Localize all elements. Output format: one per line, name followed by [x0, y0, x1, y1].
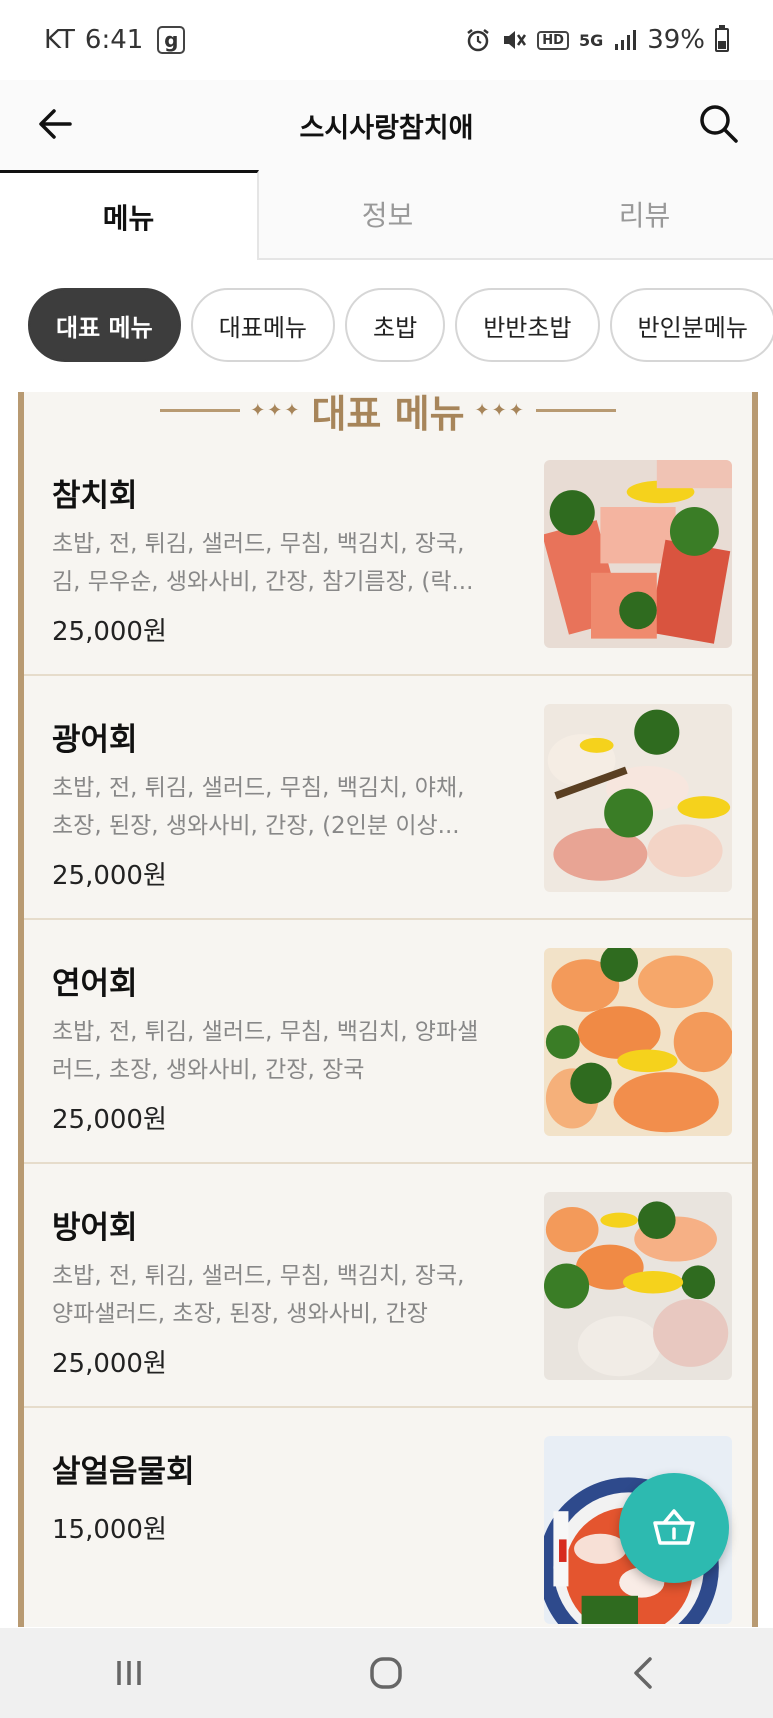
tab-menu[interactable]: 메뉴 — [0, 170, 259, 260]
search-button[interactable] — [695, 100, 743, 148]
status-left: KT 6:41 g — [44, 25, 186, 55]
decor-stars-right: ✦✦✦ — [474, 399, 526, 421]
menu-item-description: 초밥, 전, 튀김, 샐러드, 무침, 백김치, 장국, 양파샐러드, 초장, … — [52, 1263, 465, 1327]
decor-line-left — [160, 408, 241, 412]
tab-reviews[interactable]: 리뷰 — [516, 170, 773, 260]
menu-item-salmon[interactable]: 연어회 초밥, 전, 튀김, 샐러드, 무침, 백김치, 양파샐러드, 초장, … — [24, 920, 752, 1164]
battery-level — [718, 41, 726, 49]
menu-item-photo — [544, 948, 732, 1136]
battery-percent: 39% — [647, 25, 705, 55]
hd-voice-icon: HD — [537, 30, 569, 50]
chip-featured-menu[interactable]: 대표 메뉴 — [28, 288, 181, 362]
category-chips: 대표 메뉴 대표메뉴 초밥 반반초밥 반인분메뉴 — [0, 260, 773, 390]
home-icon — [370, 1657, 403, 1689]
decor-line-right — [535, 408, 616, 412]
tab-info[interactable]: 정보 — [259, 170, 516, 260]
notification-g-icon: g — [157, 26, 186, 54]
carrier-label: KT — [44, 25, 75, 55]
basket-icon — [653, 1509, 695, 1545]
decor-stars-left: ✦✦✦ — [250, 399, 302, 421]
chip-sushi[interactable]: 초밥 — [345, 288, 446, 362]
alarm-icon — [465, 27, 491, 53]
arrow-left-icon — [39, 109, 72, 139]
search-icon — [700, 105, 738, 143]
menu-item-description: 초밥, 전, 튀김, 샐러드, 무침, 백김치, 야채, 초장, 된장, 생와사… — [52, 775, 465, 839]
page-title: 스시사랑참치애 — [299, 112, 474, 144]
cart-button[interactable] — [619, 1473, 729, 1583]
home-button[interactable] — [356, 1643, 416, 1703]
system-nav-bar — [0, 1628, 773, 1718]
section-title: 대표 메뉴 — [311, 392, 465, 436]
recent-apps-icon — [117, 1661, 141, 1685]
menu-item-yellowtail[interactable]: 방어회 초밥, 전, 튀김, 샐러드, 무침, 백김치, 장국, 양파샐러드, … — [24, 1164, 752, 1408]
section-header: ✦✦✦ 대표 메뉴 ✦✦✦ — [24, 392, 752, 436]
menu-item-flatfish[interactable]: 광어회 초밥, 전, 튀김, 샐러드, 무침, 백김치, 야채, 초장, 된장,… — [24, 676, 752, 920]
recent-apps-button[interactable] — [99, 1643, 159, 1703]
menu-item-tuna[interactable]: 참치회 초밥, 전, 튀김, 샐러드, 무침, 백김치, 장국, 김, 무우순,… — [24, 432, 752, 676]
chip-half-sushi[interactable]: 반반초밥 — [455, 288, 600, 362]
mute-icon — [501, 27, 527, 53]
menu-item-photo — [544, 1192, 732, 1380]
menu-item-description: 초밥, 전, 튀김, 샐러드, 무침, 백김치, 장국, 김, 무우순, 생와사… — [52, 531, 474, 595]
chip-featured-menu-2[interactable]: 대표메뉴 — [190, 288, 336, 362]
status-bar: KT 6:41 g HD 5G 39% — [0, 0, 773, 80]
menu-item-description: 초밥, 전, 튀김, 샐러드, 무침, 백김치, 양파샐러드, 초장, 생와사비… — [52, 1019, 479, 1083]
app-header: 스시사랑참치애 — [0, 80, 773, 170]
back-icon — [634, 1657, 652, 1689]
tab-bar: 메뉴 정보 리뷰 — [0, 170, 773, 260]
chip-half-portion[interactable]: 반인분메뉴 — [609, 288, 773, 362]
network-5g-icon: 5G — [578, 30, 604, 50]
status-right: HD 5G 39% — [465, 25, 729, 55]
menu-item-photo — [544, 460, 732, 648]
clock: 6:41 — [84, 25, 144, 55]
system-back-button[interactable] — [614, 1643, 674, 1703]
menu-item-photo — [544, 704, 732, 892]
menu-board: ✦✦✦ 대표 메뉴 ✦✦✦ 참치회 초밥, 전, 튀김, 샐러드, 무침, 백김… — [18, 392, 758, 1627]
signal-icon — [613, 28, 637, 52]
battery-icon — [715, 25, 729, 52]
back-button[interactable] — [34, 102, 78, 146]
